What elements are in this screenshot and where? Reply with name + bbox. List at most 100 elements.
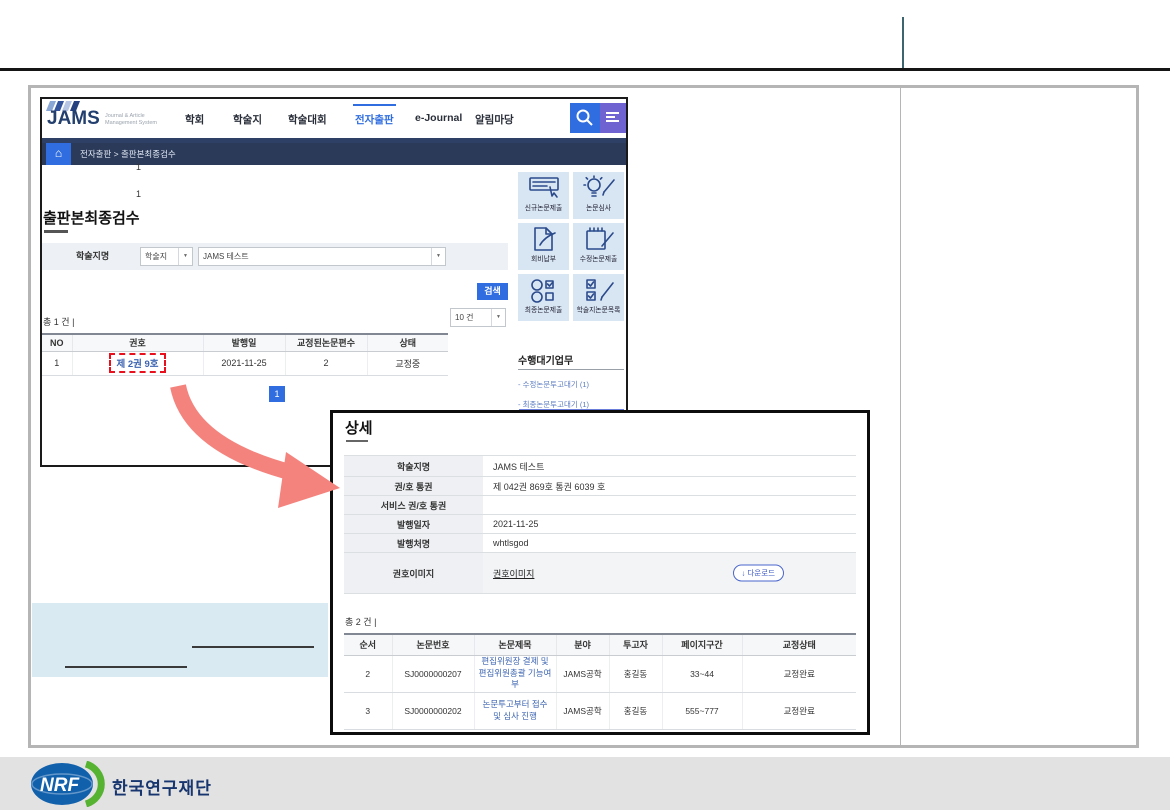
nav-item-notice[interactable]: 알림마당 <box>475 112 514 127</box>
cell-author: 홍길동 <box>609 655 662 692</box>
journal-type-select[interactable]: 학술지 ▼ <box>140 247 193 266</box>
cell-author: 홍길동 <box>609 692 662 729</box>
quickmenu-revised-submission[interactable]: 수정논문제출 <box>573 223 624 270</box>
frame-column-divider <box>900 88 901 745</box>
paper-title-link[interactable]: 논문투고부터 접수 및 심사 진행 <box>478 699 553 722</box>
page-title: 출판본최종검수 <box>43 207 140 228</box>
detail-label: 발행처명 <box>344 534 483 553</box>
quickmenu-new-submission[interactable]: 신규논문제출 <box>518 172 569 219</box>
note-underline-2 <box>65 666 187 668</box>
col-paper-title: 논문제목 <box>474 634 556 655</box>
nav-item-conference[interactable]: 학술대회 <box>288 112 327 127</box>
journal-type-value: 학술지 <box>145 248 176 265</box>
page-size-select[interactable]: 10 건 ▼ <box>450 308 506 327</box>
quickmenu-final-submission[interactable]: 최종논문제출 <box>518 274 569 321</box>
document-feather-icon <box>527 226 561 252</box>
paper-title-link[interactable]: 편집위원장 결제 및 편집위원총괄 기능여부 <box>478 656 553 690</box>
quickmenu-paper-review[interactable]: 논문심사 <box>573 172 624 219</box>
nav-item-epublish-active[interactable]: 전자출판 <box>355 112 394 127</box>
issue-image-link[interactable]: 권호이미지 <box>493 569 534 579</box>
detail-value: 권호이미지 ↓ 다운로드 <box>483 553 856 594</box>
detail-label: 학술지명 <box>344 456 483 477</box>
col-order: 순서 <box>344 634 392 655</box>
col-date: 발행일 <box>203 334 285 351</box>
page-size-value: 10 건 <box>455 309 489 326</box>
col-field: 분야 <box>556 634 609 655</box>
detail-value <box>483 496 856 515</box>
quickmenu-label: 신규논문제출 <box>518 202 569 212</box>
pending-tasks-title: 수행대기업무 <box>518 352 573 367</box>
top-horizontal-rule <box>0 68 1170 71</box>
articles-header-row: 순서 논문번호 논문제목 분야 투고자 페이지구간 교정상태 <box>344 634 856 655</box>
quickmenu-label: 논문심사 <box>573 202 624 212</box>
menu-icon <box>606 120 619 122</box>
cell-order: 3 <box>344 692 392 729</box>
cell-no: 1 <box>42 351 72 375</box>
col-author: 투고자 <box>609 634 662 655</box>
list-total-count: 총 1 건 | <box>43 315 74 328</box>
article-row: 3 SJ0000000202 논문투고부터 접수 및 심사 진행 JAMS공학 … <box>344 692 856 729</box>
note-highlight-box <box>32 603 328 677</box>
col-paper-number: 논문번호 <box>392 634 474 655</box>
cell-field: JAMS공학 <box>556 655 609 692</box>
quickmenu-label: 수정논문제출 <box>573 253 624 263</box>
detail-label: 발행일자 <box>344 515 483 534</box>
chevron-down-icon: ▼ <box>491 309 505 326</box>
nav-item-journal[interactable]: 학술지 <box>233 112 262 127</box>
detail-row: 서비스 권/호 통권 <box>344 496 856 515</box>
quickmenu-label: 학술지논문목록 <box>573 304 624 314</box>
pending-tasks-divider <box>518 369 624 370</box>
cell-paper-title: 편집위원장 결제 및 편집위원총괄 기능여부 <box>474 655 556 692</box>
nav-item-society[interactable]: 학회 <box>185 112 204 127</box>
keyboard-icon <box>527 175 561 201</box>
detail-row: 발행처명 whtlsgod <box>344 534 856 553</box>
quickmenu-journal-paper-list[interactable]: 학술지논문목록 <box>573 274 624 321</box>
menu-icon <box>606 116 615 118</box>
checklist-pen-icon <box>582 277 616 303</box>
col-no: NO <box>42 334 72 351</box>
quickmenu-label: 최종논문제출 <box>518 304 569 314</box>
header-menu-button[interactable] <box>600 103 626 133</box>
chevron-down-icon: ▼ <box>178 248 192 265</box>
detail-row: 권/호 통권 제 042권 869호 통권 6039 호 <box>344 477 856 496</box>
col-page-range: 페이지구간 <box>662 634 742 655</box>
search-button[interactable]: 검색 <box>477 283 508 300</box>
detail-value: 2021-11-25 <box>483 515 856 534</box>
jams-logo-subtitle-line2: Management System <box>105 120 157 127</box>
articles-table: 순서 논문번호 논문제목 분야 투고자 페이지구간 교정상태 2 SJ00000… <box>344 633 856 730</box>
quickmenu-fee-payment[interactable]: 회비납부 <box>518 223 569 270</box>
top-vertical-rule <box>902 17 904 68</box>
cell-correction-status: 교정완료 <box>742 655 856 692</box>
stray-mark-1: 1 <box>136 162 141 172</box>
article-row: 2 SJ0000000207 편집위원장 결제 및 편집위원총괄 기능여부 JA… <box>344 655 856 692</box>
col-volume: 권호 <box>72 334 203 351</box>
nav-item-epublish-label: 전자출판 <box>355 114 394 126</box>
col-status: 상태 <box>367 334 448 351</box>
issue-detail-table: 학술지명 JAMS 테스트 권/호 통권 제 042권 869호 통권 6039… <box>344 455 856 594</box>
cell-page-range: 33~44 <box>662 655 742 692</box>
detail-label: 서비스 권/호 통권 <box>344 496 483 515</box>
search-field-label: 학술지명 <box>76 243 109 270</box>
home-icon[interactable]: ⌂ <box>46 143 71 165</box>
faces-check-icon <box>527 277 561 303</box>
callout-arrow <box>128 368 353 513</box>
header-search-button[interactable] <box>570 103 600 133</box>
page-title-underline <box>44 230 68 233</box>
page-footer: NRF 한국연구재단 <box>0 757 1170 810</box>
download-button[interactable]: ↓ 다운로드 <box>733 565 784 582</box>
quickmenu-label: 회비납부 <box>518 253 569 263</box>
stray-mark-2: 1 <box>136 189 141 199</box>
journal-name-select[interactable]: JAMS 테스트 ▼ <box>198 247 446 266</box>
issue-table-header-row: NO 권호 발행일 교정된논문편수 상태 <box>42 334 448 351</box>
articles-total-count: 총 2 건 | <box>345 615 376 628</box>
nrf-logo-text: NRF <box>40 775 80 796</box>
breadcrumb: 전자출판 > 출판본최종검수 <box>80 143 176 165</box>
cell-correction-status: 교정완료 <box>742 692 856 729</box>
jams-logo-subtitle: Journal & Article Management System <box>105 113 157 127</box>
notepad-pen-icon <box>582 226 616 252</box>
detail-label: 권/호 통권 <box>344 477 483 496</box>
journal-name-value: JAMS 테스트 <box>203 248 429 265</box>
pending-item-revised-wait[interactable]: - 수정논문투고대기 (1) <box>518 379 589 390</box>
menu-icon <box>606 112 619 114</box>
nav-item-ejournal[interactable]: e-Journal <box>415 112 462 124</box>
